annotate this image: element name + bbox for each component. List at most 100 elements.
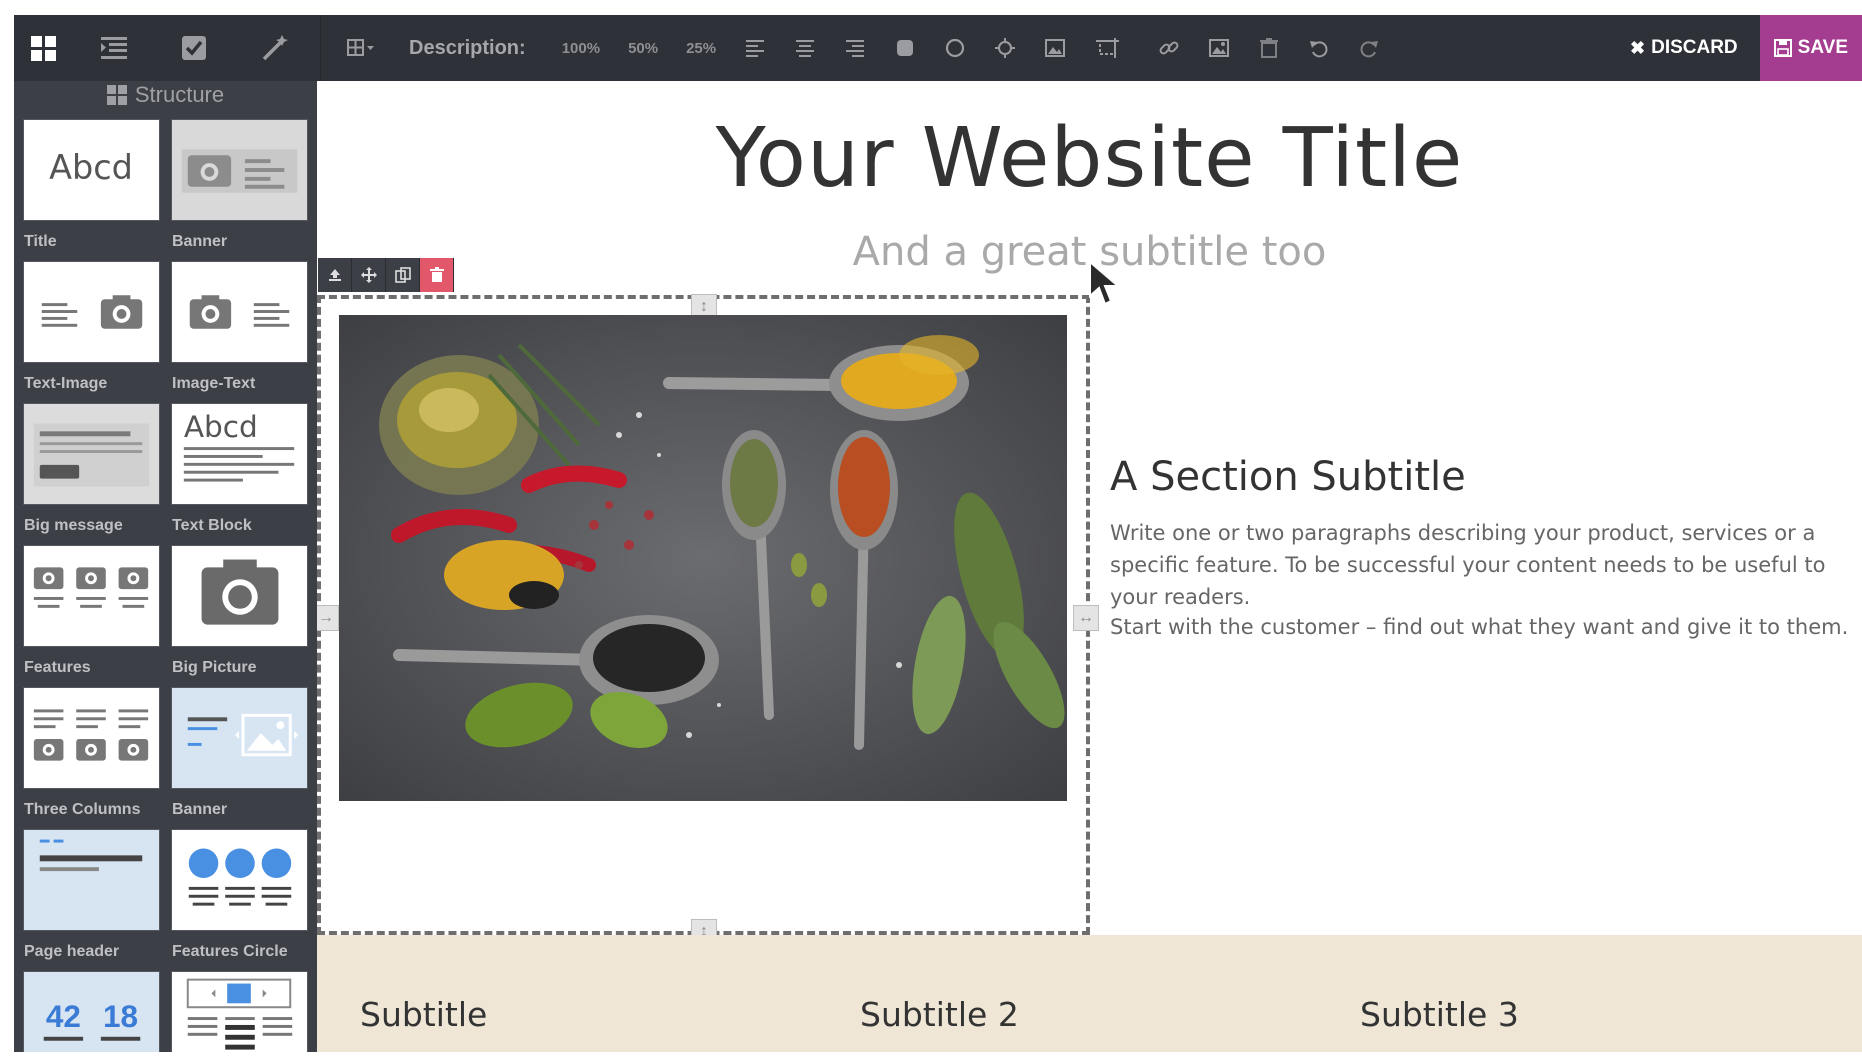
align-center-button[interactable]: [780, 15, 830, 81]
snippet-banner-carousel[interactable]: Banner: [171, 687, 308, 829]
column-subtitle-1[interactable]: Subtitle: [360, 995, 487, 1034]
snippet-label: Page header: [24, 943, 120, 960]
size-100-button[interactable]: 100%: [548, 40, 614, 57]
optimize-button[interactable]: [154, 15, 234, 81]
circle-icon: [946, 38, 965, 58]
rounded-square-icon: [897, 40, 914, 56]
snippet-page-header[interactable]: Page header: [23, 829, 160, 971]
trash-icon: [1260, 38, 1279, 58]
snippet-thumbnail: [23, 687, 160, 789]
resize-left-handle[interactable]: →: [317, 605, 339, 631]
snippet-thumbnail: [171, 687, 308, 789]
align-left-button[interactable]: [730, 15, 780, 81]
thumb-text: Abcd: [184, 410, 258, 444]
resize-right-handle[interactable]: ↔: [1073, 605, 1099, 631]
duplicate-button[interactable]: [386, 258, 420, 292]
snippet-numbers[interactable]: 42 18: [23, 971, 160, 1052]
shape-circle-button[interactable]: [930, 15, 980, 81]
panel-header: Structure: [14, 81, 317, 109]
panel-title: Structure: [134, 82, 225, 107]
align-right-button[interactable]: [830, 15, 880, 81]
crop-icon: [1096, 38, 1120, 58]
thumb-number: 42: [46, 998, 81, 1034]
snippet-big-message[interactable]: Big message: [23, 403, 160, 545]
align-center-icon: [796, 40, 815, 57]
insert-link-button[interactable]: [1136, 15, 1194, 81]
snippet-thumbnail: [23, 545, 160, 647]
snippet-label: Three Columns: [24, 801, 141, 818]
image-icon: [1209, 39, 1230, 57]
snippet-title[interactable]: Abcd Title: [23, 119, 160, 261]
snippet-label: Features Circle: [172, 943, 288, 960]
snippet-big-picture[interactable]: Big Picture: [171, 545, 308, 687]
delete-image-button[interactable]: [1244, 15, 1294, 81]
size-25-button[interactable]: 25%: [672, 40, 730, 57]
section-paragraph-2[interactable]: Start with the customer – find out what …: [1110, 611, 1850, 643]
snippet-thumbnail: [171, 829, 308, 931]
column-subtitle-2[interactable]: Subtitle 2: [860, 995, 1019, 1034]
redo-button[interactable]: [1344, 15, 1394, 81]
link-icon: [1159, 41, 1179, 55]
section-paragraph-1[interactable]: Write one or two paragraphs describing y…: [1110, 517, 1850, 613]
snippet-label: Image-Text: [172, 375, 256, 392]
column-subtitle-3[interactable]: Subtitle 3: [1360, 995, 1519, 1034]
toolbar-divider: [320, 15, 321, 81]
remove-snippet-button[interactable]: [420, 258, 454, 292]
snippets-panel: Structure Abcd Title Banner Text-Image I…: [14, 81, 317, 1052]
snippet-features[interactable]: Features: [23, 545, 160, 687]
content-menu-button[interactable]: [74, 15, 154, 81]
snippet-thumbnail: [171, 119, 308, 221]
snippet-label: Text Block: [172, 517, 252, 534]
toolbar-actions: ✖ DISCARD SAVE: [1608, 15, 1862, 81]
save-label: SAVE: [1797, 37, 1848, 58]
discard-button[interactable]: ✖ DISCARD: [1608, 15, 1760, 81]
snippet-features-circle[interactable]: Features Circle: [171, 829, 308, 971]
snippet-options-bar: [318, 258, 454, 292]
thumb-number: 18: [103, 998, 138, 1034]
snippet-three-columns[interactable]: Three Columns: [23, 687, 160, 829]
section-subtitle[interactable]: A Section Subtitle: [1110, 454, 1466, 500]
move-up-button[interactable]: [318, 258, 352, 292]
mouse-cursor-icon: [1089, 260, 1121, 306]
floppy-disk-icon: [1773, 39, 1792, 57]
snippet-label: Features: [24, 659, 91, 676]
size-50-button[interactable]: 50%: [614, 40, 672, 57]
snippet-thumbnail: [23, 829, 160, 931]
undo-button[interactable]: [1294, 15, 1344, 81]
shape-shadow-button[interactable]: [980, 15, 1030, 81]
shape-rounded-button[interactable]: [880, 15, 930, 81]
spices-image[interactable]: [339, 315, 1067, 801]
snippet-thumbnail: [171, 261, 308, 363]
insert-table-button[interactable]: [327, 15, 395, 81]
snippet-image-gallery[interactable]: [171, 971, 308, 1052]
grid-icon: [106, 85, 127, 105]
snippet-banner[interactable]: Banner: [171, 119, 308, 261]
theme-customize-button[interactable]: [234, 15, 314, 81]
save-button[interactable]: SAVE: [1759, 15, 1862, 81]
snippet-thumbnail: Abcd: [171, 403, 308, 505]
website-title[interactable]: Your Website Title: [317, 111, 1862, 206]
snippet-thumbnail: Abcd: [23, 119, 160, 221]
move-arrows-icon: [360, 267, 377, 283]
snippet-label: Big message: [24, 517, 123, 534]
snippets-mode-button[interactable]: [14, 15, 74, 81]
editor-toolbar: Description: 100% 50% 25% ✖ DISCARD SAVE: [14, 15, 1862, 81]
indent-list-icon: [101, 37, 127, 59]
table-dropdown-icon: [347, 39, 374, 56]
redo-icon: [1360, 41, 1379, 58]
snippet-text-block[interactable]: Abcd Text Block: [171, 403, 308, 545]
thumb-text: Abcd: [49, 148, 133, 187]
crop-button[interactable]: [1080, 15, 1136, 81]
upload-icon: [328, 269, 341, 281]
snippet-label: Title: [24, 233, 57, 250]
snippet-label: Banner: [172, 233, 228, 250]
image-thumbnail-button[interactable]: [1030, 15, 1080, 81]
snippet-thumbnail: [23, 403, 160, 505]
close-icon: ✖: [1630, 37, 1646, 58]
snippet-thumbnail: 42 18: [23, 971, 160, 1052]
drag-move-button[interactable]: [352, 258, 386, 292]
snippet-text-image[interactable]: Text-Image: [23, 261, 160, 403]
snippet-image-text[interactable]: Image-Text: [171, 261, 308, 403]
snippet-thumbnail: [23, 261, 160, 363]
replace-image-button[interactable]: [1194, 15, 1244, 81]
